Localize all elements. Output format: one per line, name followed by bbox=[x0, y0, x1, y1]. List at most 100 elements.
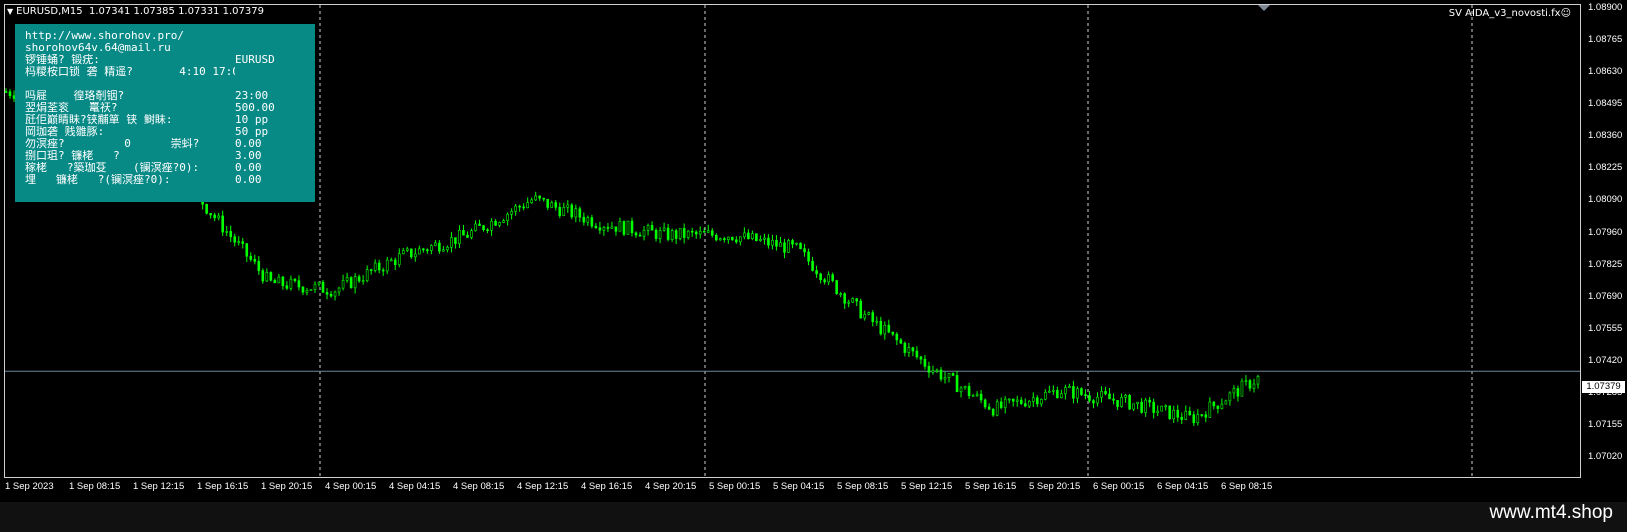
candle bbox=[706, 224, 710, 233]
info-row-key: 岡珈砻 贱雛豚: bbox=[25, 126, 105, 138]
candle bbox=[1003, 396, 1007, 414]
candle bbox=[779, 236, 782, 247]
candle bbox=[967, 382, 971, 399]
candle bbox=[1184, 405, 1188, 421]
candle bbox=[546, 198, 550, 211]
candle bbox=[927, 361, 931, 378]
time-axis-label: 4 Sep 04:15 bbox=[389, 481, 441, 492]
candle bbox=[1108, 388, 1111, 400]
time-axis-label: 5 Sep 12:15 bbox=[901, 481, 953, 492]
candle bbox=[1011, 398, 1015, 407]
candle bbox=[931, 365, 935, 375]
candle bbox=[759, 235, 762, 242]
candle bbox=[763, 233, 766, 245]
candle bbox=[1112, 393, 1115, 405]
chart-menu-icon[interactable]: ▼ bbox=[7, 7, 13, 16]
candle bbox=[887, 319, 891, 334]
candle bbox=[843, 292, 846, 309]
candle bbox=[987, 403, 991, 411]
candle bbox=[534, 191, 537, 202]
candle bbox=[1080, 387, 1083, 396]
candle bbox=[578, 206, 582, 222]
time-axis-label: 4 Sep 00:15 bbox=[325, 481, 377, 492]
candle bbox=[855, 298, 859, 307]
candle bbox=[875, 316, 879, 326]
info-row: 岡珈砻 贱雛豚: 50 pp bbox=[25, 126, 305, 138]
candle bbox=[923, 355, 927, 370]
candle bbox=[498, 221, 501, 228]
candle bbox=[602, 226, 606, 236]
candle bbox=[911, 346, 915, 357]
candle bbox=[594, 223, 598, 230]
candle bbox=[518, 204, 521, 212]
candle bbox=[1116, 400, 1119, 411]
candle bbox=[301, 286, 305, 296]
candle bbox=[297, 275, 301, 291]
candle bbox=[787, 238, 790, 253]
candle bbox=[1056, 386, 1059, 399]
candle bbox=[289, 275, 293, 291]
candle bbox=[1200, 414, 1204, 418]
candle bbox=[658, 226, 662, 244]
candle bbox=[1052, 385, 1055, 395]
candle bbox=[795, 242, 798, 246]
candle bbox=[698, 226, 702, 239]
candle bbox=[686, 229, 690, 240]
candle bbox=[229, 225, 233, 243]
time-axis-label: 4 Sep 12:15 bbox=[517, 481, 569, 492]
candle bbox=[249, 252, 253, 262]
bottom-strip bbox=[0, 502, 1627, 532]
ea-name: SV AIDA_v3_novosti.fx bbox=[1448, 8, 1561, 19]
chart-shift-marker[interactable] bbox=[1258, 5, 1270, 11]
candle bbox=[305, 287, 309, 296]
candle bbox=[542, 197, 546, 202]
candle bbox=[783, 238, 786, 259]
candle bbox=[674, 228, 678, 244]
info-row-key: 吗屣 徨珞剞铟? bbox=[25, 90, 125, 102]
expert-advisor-label[interactable]: SV AIDA_v3_novosti.fx☺ bbox=[1449, 8, 1571, 19]
info-email-text: shorohov64v.64@mail.ru bbox=[25, 41, 171, 54]
candle bbox=[823, 277, 826, 285]
candle bbox=[1007, 398, 1011, 404]
candle bbox=[1148, 396, 1151, 408]
info-row: 捌口珇? 镰栳 ? 3.00 bbox=[25, 150, 305, 162]
candle bbox=[506, 212, 509, 226]
candle bbox=[1064, 384, 1067, 400]
candle bbox=[915, 346, 919, 360]
candle bbox=[831, 272, 834, 283]
candle bbox=[1040, 398, 1043, 407]
candle bbox=[253, 254, 257, 265]
candle bbox=[943, 371, 947, 384]
candle bbox=[474, 220, 477, 232]
time-axis-label: 1 Sep 16:15 bbox=[197, 481, 249, 492]
candle bbox=[883, 321, 887, 340]
candle bbox=[678, 228, 682, 241]
candle bbox=[1019, 396, 1023, 405]
candle bbox=[963, 385, 967, 390]
candle bbox=[482, 224, 485, 232]
candle bbox=[1031, 392, 1035, 408]
candle bbox=[526, 197, 529, 209]
candle bbox=[666, 224, 670, 242]
candle bbox=[959, 386, 963, 398]
candle bbox=[1168, 405, 1172, 420]
time-axis-label: 5 Sep 00:15 bbox=[709, 481, 761, 492]
price-axis-label: 1.08495 bbox=[1588, 98, 1623, 110]
candle bbox=[895, 332, 899, 345]
candle bbox=[1216, 405, 1220, 414]
candle bbox=[907, 342, 911, 357]
candle bbox=[867, 311, 871, 316]
brand-watermark: www.mt4.shop bbox=[1489, 502, 1613, 523]
candle bbox=[935, 368, 939, 374]
candle bbox=[1023, 398, 1027, 408]
candle bbox=[1096, 392, 1099, 407]
candle bbox=[879, 316, 883, 336]
candle bbox=[8, 89, 12, 99]
info-row: 稼栳 ?築珈芟 (镧溟痤?0): 0.00 bbox=[25, 162, 305, 174]
candle bbox=[4, 88, 8, 93]
price-axis-label: 1.08360 bbox=[1588, 130, 1623, 142]
candle bbox=[438, 240, 441, 254]
candle bbox=[714, 233, 718, 242]
candle bbox=[939, 367, 943, 382]
candle bbox=[1128, 393, 1131, 410]
